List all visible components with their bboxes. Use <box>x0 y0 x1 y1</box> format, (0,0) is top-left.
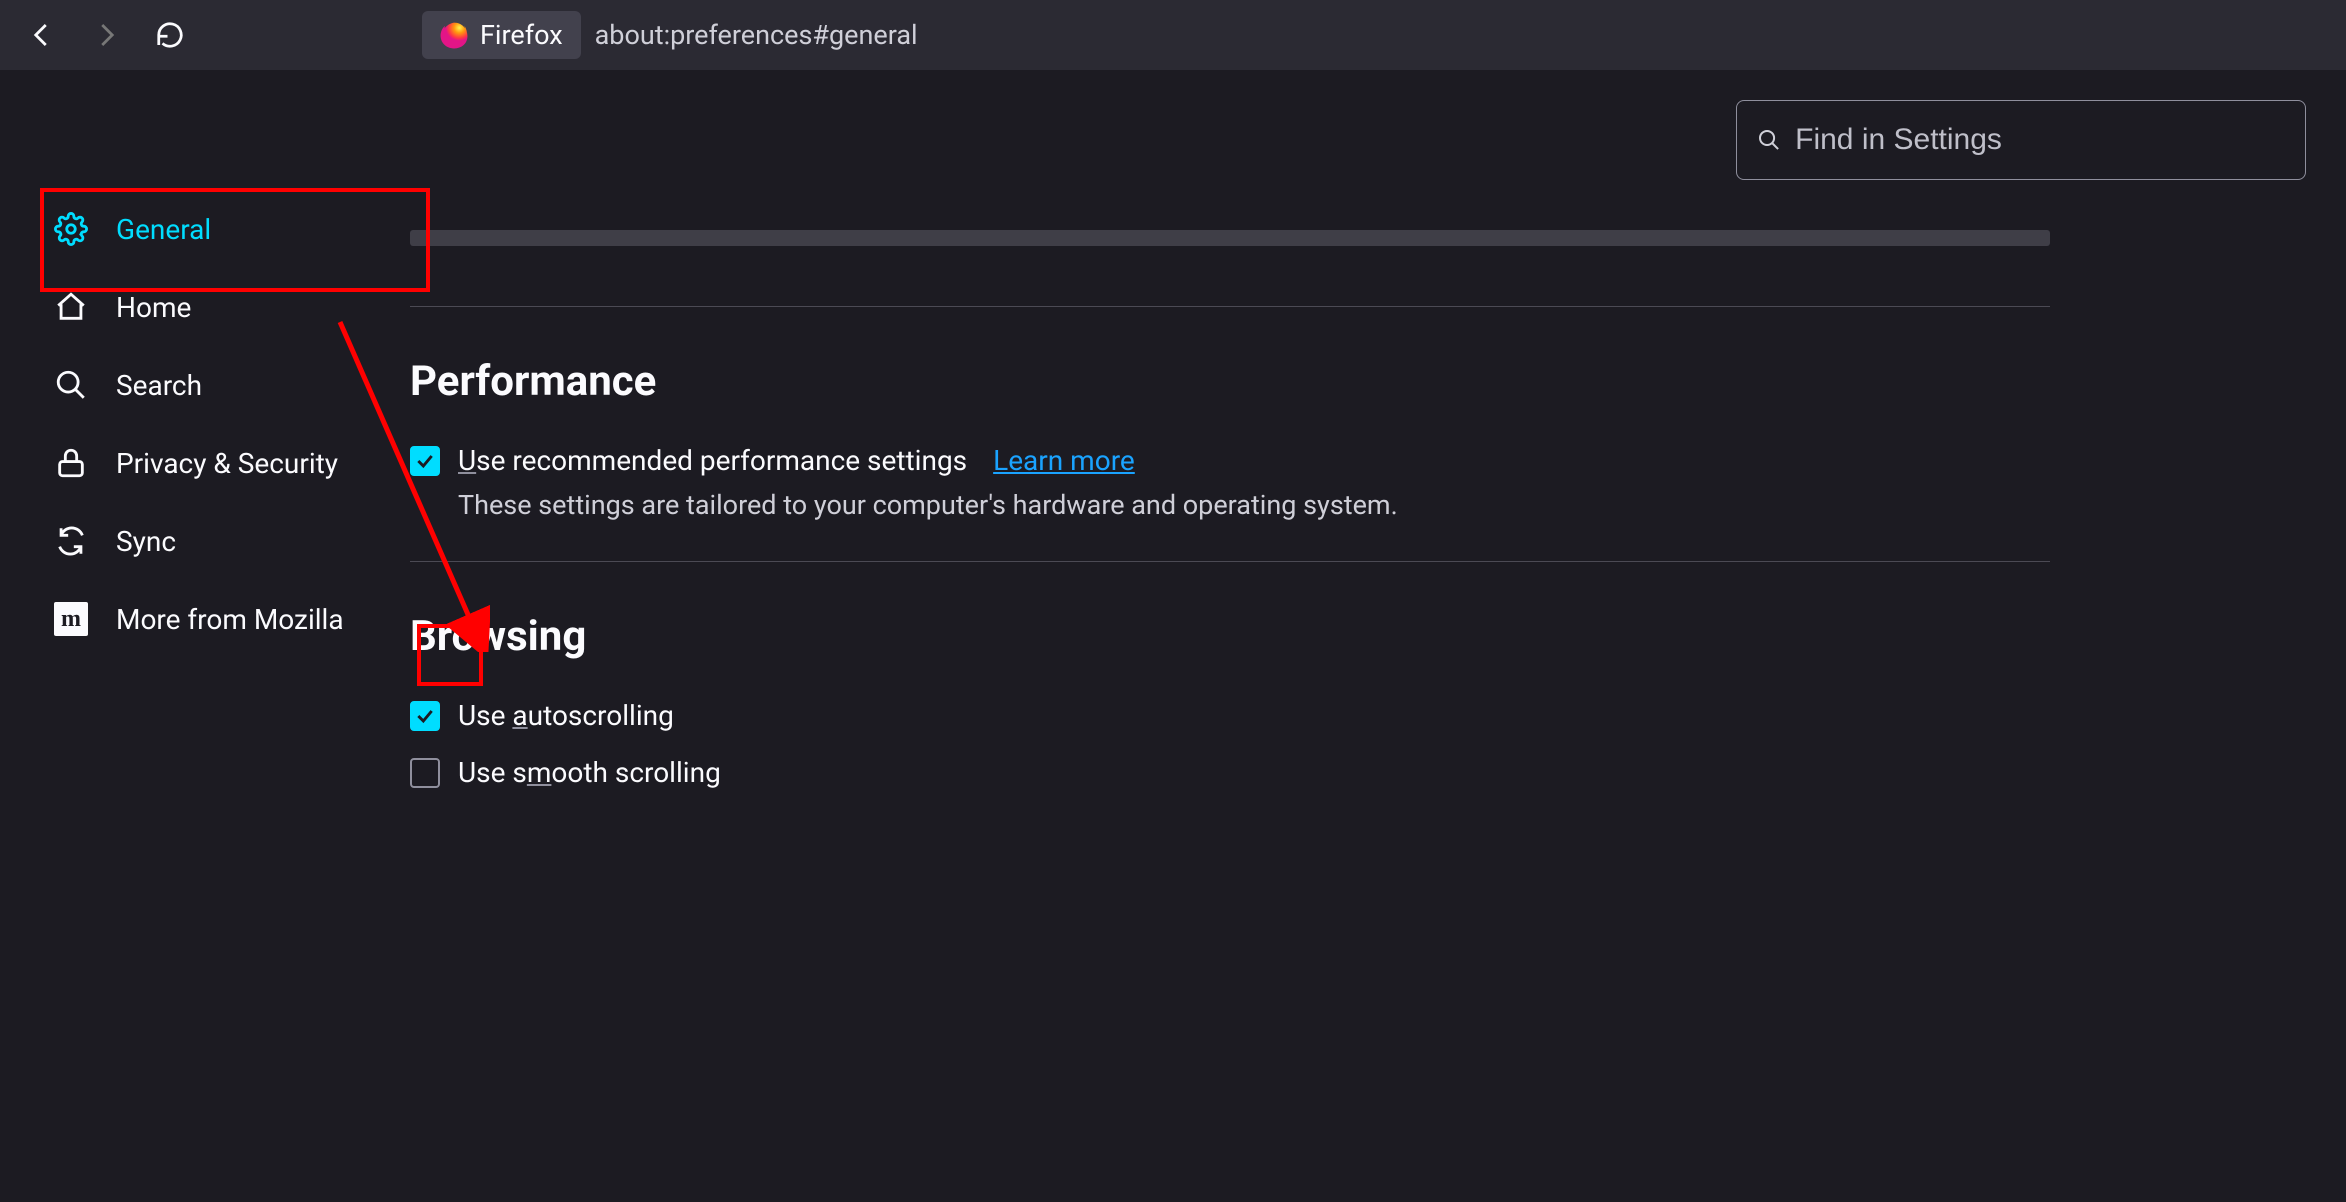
check-icon <box>415 706 435 726</box>
check-icon <box>415 451 435 471</box>
sidebar-item-search[interactable]: Search <box>40 346 390 424</box>
preferences-content: General Home Search Privacy & Security S… <box>0 70 2346 1202</box>
gear-icon <box>54 212 88 246</box>
browsing-heading: Browsing <box>410 612 2296 661</box>
firefox-icon <box>440 21 468 49</box>
use-recommended-row: UUse recommended performance settingsse … <box>410 444 2296 477</box>
use-recommended-label[interactable]: UUse recommended performance settingsse … <box>458 444 967 477</box>
sidebar-item-sync[interactable]: Sync <box>40 502 390 580</box>
lock-icon <box>54 446 88 480</box>
smoothscrolling-row: Use smooth scrolling Use smooth scrollin… <box>410 756 2296 789</box>
forward-button[interactable] <box>84 13 128 57</box>
use-recommended-checkbox[interactable] <box>410 446 440 476</box>
back-button[interactable] <box>20 13 64 57</box>
url-bar[interactable]: Firefox about:preferences#general <box>422 11 918 59</box>
autoscrolling-label[interactable]: Use autoscrolling <box>458 699 674 732</box>
section-divider <box>410 561 2050 562</box>
section-placeholder-bar <box>410 230 2050 246</box>
sidebar-item-label: Sync <box>116 525 176 558</box>
mozilla-icon: m <box>54 602 88 636</box>
smoothscrolling-label[interactable]: Use smooth scrolling <box>458 756 721 789</box>
sidebar-item-label: More from Mozilla <box>116 603 344 636</box>
preferences-sidebar: General Home Search Privacy & Security S… <box>0 70 410 1202</box>
preferences-main: Performance UUse recommended performance… <box>410 70 2346 1202</box>
search-icon <box>1757 127 1781 153</box>
autoscrolling-row: Use autoscrolling Use autoscrolling <box>410 699 2296 732</box>
autoscrolling-checkbox[interactable] <box>410 701 440 731</box>
section-divider <box>410 306 2050 307</box>
reload-button[interactable] <box>148 13 192 57</box>
sidebar-item-label: General <box>116 213 211 246</box>
search-icon <box>54 368 88 402</box>
sidebar-item-label: Home <box>116 291 191 324</box>
performance-description: These settings are tailored to your comp… <box>458 489 2296 521</box>
settings-search[interactable] <box>1736 100 2306 180</box>
url-text: about:preferences#general <box>595 19 918 51</box>
browsing-section: Browsing Use autoscrolling Use autoscrol… <box>410 612 2296 789</box>
sidebar-item-privacy[interactable]: Privacy & Security <box>40 424 390 502</box>
arrow-right-icon <box>91 20 121 50</box>
sidebar-item-more-mozilla[interactable]: m More from Mozilla <box>40 580 390 658</box>
settings-search-input[interactable] <box>1795 123 2285 157</box>
identity-box[interactable]: Firefox <box>422 11 581 59</box>
browser-toolbar: Firefox about:preferences#general <box>0 0 2346 70</box>
sidebar-item-label: Search <box>116 369 202 402</box>
performance-section: Performance UUse recommended performance… <box>410 357 2296 521</box>
learn-more-link[interactable]: Learn more <box>993 444 1135 477</box>
sidebar-item-home[interactable]: Home <box>40 268 390 346</box>
sidebar-item-general[interactable]: General <box>40 190 390 268</box>
sync-icon <box>54 524 88 558</box>
arrow-left-icon <box>27 20 57 50</box>
identity-label: Firefox <box>480 19 563 51</box>
performance-heading: Performance <box>410 357 2296 406</box>
home-icon <box>54 290 88 324</box>
smoothscrolling-checkbox[interactable] <box>410 758 440 788</box>
sidebar-item-label: Privacy & Security <box>116 447 338 480</box>
reload-icon <box>155 20 185 50</box>
